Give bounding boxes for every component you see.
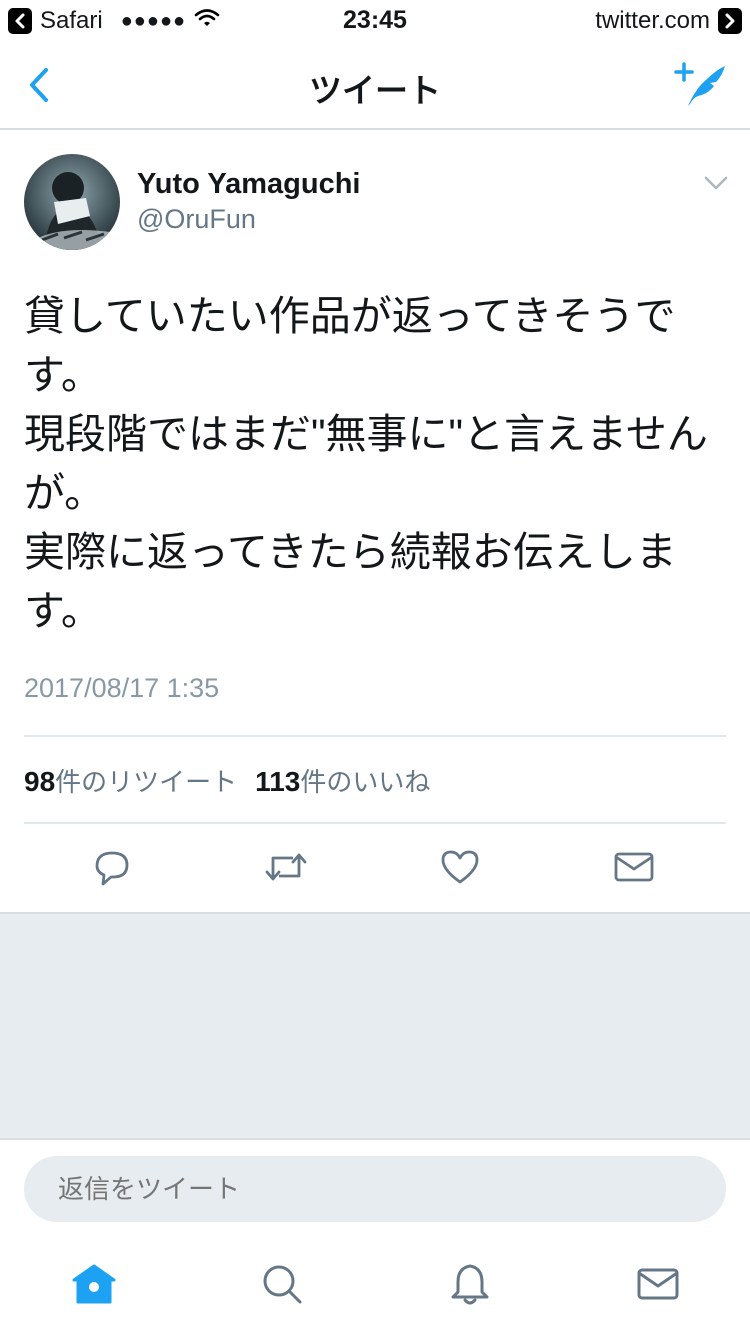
direct-message-button[interactable] [611, 844, 657, 890]
divider [24, 822, 726, 824]
navigation-bar: ツイート [0, 40, 750, 130]
tweet-timestamp: 2017/08/17 1:35 [24, 673, 220, 703]
like-label[interactable]: 件のいいね [300, 762, 430, 799]
tweet-actions [0, 842, 750, 892]
tweet-menu-button[interactable] [704, 174, 728, 192]
page-title: ツイート [309, 72, 441, 109]
search-icon [263, 1265, 302, 1304]
forward-icon[interactable] [718, 8, 742, 34]
chevron-down-icon [704, 176, 728, 190]
tweet-stats: 98 件のリツイート 113 件のいいね [24, 762, 430, 799]
status-bar: Safari ●●●●● 23:45 twitter.com [0, 0, 750, 40]
direct-message-icon [614, 852, 654, 882]
like-count[interactable]: 113 [255, 766, 300, 798]
retweet-count[interactable]: 98 [24, 766, 55, 798]
reply-icon [95, 851, 129, 886]
reply-input[interactable] [24, 1156, 726, 1222]
like-button[interactable] [437, 844, 483, 890]
site-label: twitter.com [595, 7, 710, 34]
tab-messages[interactable] [634, 1260, 682, 1308]
divider [24, 735, 726, 737]
avatar[interactable] [24, 154, 120, 250]
reply-button[interactable] [89, 844, 135, 890]
tab-notifications[interactable] [446, 1260, 494, 1308]
retweet-button[interactable] [263, 844, 309, 890]
bottom-tab-bar [0, 1234, 750, 1334]
tweet-detail: Yuto Yamaguchi @OruFun 貸していたい作品が返ってきそうで … [0, 130, 750, 912]
retweet-label[interactable]: 件のリツイート [55, 762, 237, 799]
user-name[interactable]: Yuto Yamaguchi [137, 168, 360, 201]
tweet-text: 貸していたい作品が返ってきそうで す。 現段階ではまだ"無事に"と言えません が… [24, 293, 708, 634]
compose-tweet-button[interactable] [672, 58, 728, 110]
messages-icon [637, 1268, 679, 1300]
notifications-icon [451, 1264, 489, 1305]
status-bar-right: twitter.com [595, 7, 742, 35]
tab-search[interactable] [258, 1260, 306, 1308]
retweet-icon [265, 853, 307, 881]
empty-replies-area [0, 912, 750, 1138]
compose-tweet-icon [674, 62, 725, 106]
home-icon [72, 1264, 116, 1304]
like-icon [441, 850, 479, 884]
tab-home[interactable] [70, 1260, 118, 1308]
reply-bar [0, 1138, 750, 1234]
user-handle[interactable]: @OruFun [137, 204, 256, 235]
